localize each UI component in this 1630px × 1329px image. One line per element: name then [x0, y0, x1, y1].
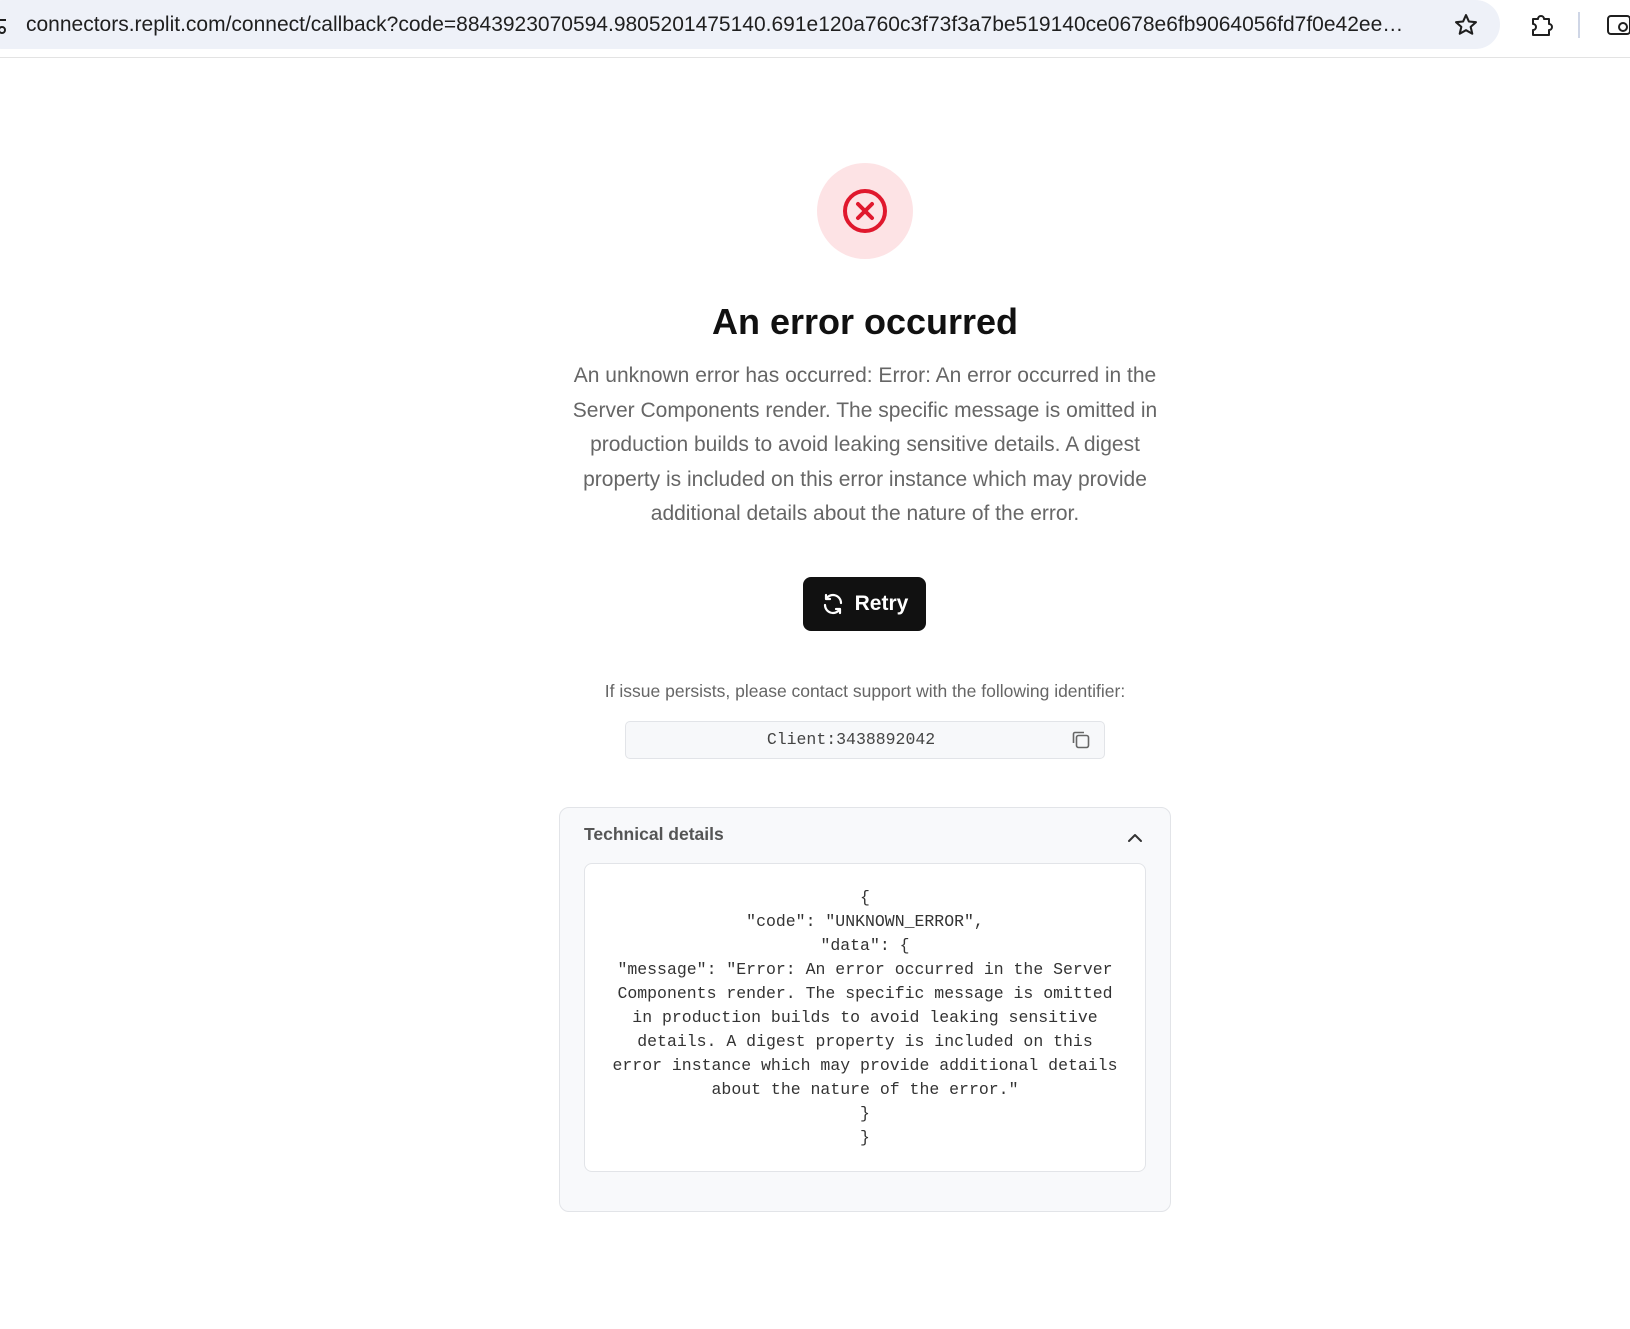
technical-details-panel: Technical details { "code": "UNKNOWN_ERR… [559, 807, 1171, 1212]
error-json: { "code": "UNKNOWN_ERROR", "data": { "me… [612, 888, 1118, 1147]
error-description: An unknown error has occurred: Error: An… [572, 364, 1158, 525]
copy-icon[interactable] [1070, 729, 1092, 751]
url-text[interactable]: connectors.replit.com/connect/callback?c… [26, 12, 1406, 38]
chevron-up-icon[interactable] [1125, 828, 1145, 848]
site-info-icon[interactable] [0, 14, 8, 36]
identifier-value[interactable]: Client:3438892042 [626, 722, 1076, 758]
technical-details-toggle[interactable]: Technical details [560, 808, 1170, 858]
toolbar-divider [1578, 12, 1580, 38]
address-bar[interactable]: connectors.replit.com/connect/callback?c… [0, 0, 1500, 49]
identifier-field[interactable]: Client:3438892042 [625, 721, 1105, 759]
technical-details-title: Technical details [584, 824, 724, 844]
page-title: An error occurred [711, 301, 1019, 342]
profile-icon[interactable] [1606, 12, 1630, 38]
retry-button[interactable]: Retry [803, 577, 926, 631]
extensions-puzzle-icon[interactable] [1528, 11, 1556, 39]
retry-button-label: Retry [854, 592, 909, 615]
refresh-icon [823, 593, 842, 615]
bookmark-star-icon[interactable] [1453, 12, 1479, 38]
support-message: If issue persists, please contact suppor… [604, 681, 1126, 701]
error-badge [817, 163, 913, 259]
x-circle-icon [843, 189, 887, 233]
browser-toolbar: connectors.replit.com/connect/callback?c… [0, 0, 1630, 58]
error-json-block: { "code": "UNKNOWN_ERROR", "data": { "me… [584, 863, 1146, 1172]
